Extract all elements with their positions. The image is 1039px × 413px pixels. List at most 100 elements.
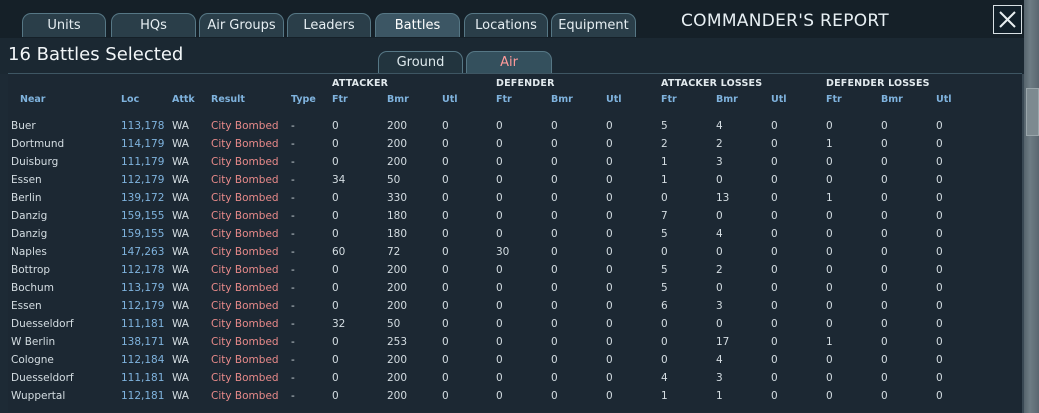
column-header-attacker-ftr[interactable]: Ftr [332,94,348,105]
column-header-attacker-losses-ftr[interactable]: Ftr [661,94,677,105]
cell-a-bmr: 200 [387,156,408,168]
column-header-defender-ftr[interactable]: Ftr [496,94,512,105]
cell-result: City Bombed [211,372,279,384]
cell-d-utl: 0 [606,318,613,330]
tab-equipment[interactable]: Equipment [551,13,636,37]
cell-near: Wuppertal [11,390,66,402]
cell-a-utl: 0 [442,354,449,366]
table-row[interactable]: Duesseldorf 111,181 WA City Bombed - 0 200 0 0 0 0… [8,370,1018,388]
cell-loc[interactable]: 112,184 [121,354,164,366]
cell-dl-bmr: 0 [881,318,888,330]
cell-loc[interactable]: 112,179 [121,300,164,312]
table-row[interactable]: Essen 112,179 WA City Bombed - 34 50 0 0 0 0 1 0 0 0 0 0 [8,172,1018,190]
column-header-attk[interactable]: Attk [172,94,195,105]
cell-loc[interactable]: 112,181 [121,390,164,402]
column-header-defender-losses-ftr[interactable]: Ftr [826,94,842,105]
cell-al-utl: 0 [771,354,778,366]
column-header-result[interactable]: Result [211,94,245,105]
cell-a-ftr: 60 [332,246,346,258]
tab-units[interactable]: Units [22,13,106,37]
cell-dl-bmr: 0 [881,264,888,276]
cell-d-bmr: 0 [551,210,558,222]
cell-loc[interactable]: 139,172 [121,192,164,204]
cell-attk: WA [172,318,189,330]
cell-type: - [291,120,295,132]
cell-loc[interactable]: 111,181 [121,372,164,384]
table-row[interactable]: Wuppertal 112,181 WA City Bombed - 0 200 0 0 0 0 1 1… [8,388,1018,406]
cell-dl-bmr: 0 [881,156,888,168]
column-header-near[interactable]: Near [20,94,46,105]
cell-attk: WA [172,354,189,366]
tab-leaders[interactable]: Leaders [287,13,371,37]
cell-loc[interactable]: 138,171 [121,336,164,348]
cell-a-ftr: 0 [332,228,339,240]
table-row[interactable]: Danzig 159,155 WA City Bombed - 0 180 0 0 0 0 7 0 0 0 0… [8,208,1018,226]
close-button[interactable] [993,5,1022,34]
cell-loc[interactable]: 111,181 [121,318,164,330]
cell-loc[interactable]: 113,178 [121,120,164,132]
subtab-air[interactable]: Air [466,51,552,73]
cell-al-utl: 0 [771,120,778,132]
cell-near: Berlin [11,192,42,204]
column-header-attacker-utl[interactable]: Utl [442,94,458,105]
cell-loc[interactable]: 112,179 [121,174,164,186]
table-row[interactable]: Naples 147,263 WA City Bombed - 60 72 0 30 0 0 0 0 0 0… [8,244,1018,262]
cell-near: Cologne [11,354,54,366]
cell-a-ftr: 0 [332,336,339,348]
cell-d-ftr: 0 [496,264,503,276]
table-row[interactable]: Dortmund 114,179 WA City Bombed -0 200 0 0 0 0 2 2 0… [8,136,1018,154]
cell-loc[interactable]: 147,263 [121,246,164,258]
cell-dl-utl: 0 [936,174,943,186]
cell-al-bmr: 3 [716,300,723,312]
column-header-attacker-bmr[interactable]: Bmr [387,94,409,105]
cell-type: - [291,264,295,276]
cell-d-bmr: 0 [551,336,558,348]
cell-al-utl: 0 [771,318,778,330]
cell-loc[interactable]: 113,179 [121,282,164,294]
table-row[interactable]: Bottrop 112,178 WA City Bombed -0 200 0 0 0 0 5 2 0 0… [8,262,1018,280]
cell-type: - [291,156,295,168]
column-header-defender-utl[interactable]: Utl [606,94,622,105]
column-header-attacker-losses-utl[interactable]: Utl [771,94,787,105]
cell-dl-ftr: 0 [826,300,833,312]
column-header-defender-bmr[interactable]: Bmr [551,94,573,105]
column-header-defender-losses-utl[interactable]: Utl [936,94,952,105]
cell-d-ftr: 0 [496,192,503,204]
cell-al-bmr: 4 [716,228,723,240]
table-row[interactable]: Essen 112,179 WA City Bombed - 0 200 0 0 0 0 6 3 0 0 0 0 [8,298,1018,316]
table-row[interactable]: Duisburg 111,179 WA City Bombed - 0 200 0 0 0 0 1 3 0… [8,154,1018,172]
table-row[interactable]: Danzig 159,155 WA City Bombed - 0 180 0 0 0 0 5 4 0 0 0… [8,226,1018,244]
table-row[interactable]: Berlin 139,172 WA City Bombed - 0 330 0 0 0 0 0 13 0 1… [8,190,1018,208]
cell-d-bmr: 0 [551,282,558,294]
cell-loc[interactable]: 114,179 [121,138,164,150]
column-header-loc[interactable]: Loc [121,94,139,105]
tab-battles[interactable]: Battles [375,13,460,37]
cell-dl-bmr: 0 [881,210,888,222]
table-row[interactable]: W Berlin 138,171 WA City Bombed - 0 253 0 0 0 0 0 17… [8,334,1018,352]
table-row[interactable]: Buer 113,178 WA City Bombed - 0 200 0 0 0 0 5 4 0 0 0 0 [8,118,1018,136]
subtab-ground[interactable]: Ground [378,51,463,73]
cell-loc[interactable]: 111,179 [121,156,164,168]
table-row[interactable]: Bochum 113,179 WA City Bombed - 0 200 0 0 0 0 5 0 0 0 0… [8,280,1018,298]
cell-al-utl: 0 [771,138,778,150]
column-header-type[interactable]: Type [291,94,316,105]
table-row[interactable]: Cologne 112,184 WA City Bombed - 0 200 0 0 0 0 0 4 0 0… [8,352,1018,370]
cell-al-ftr: 5 [661,228,668,240]
tab-air-groups[interactable]: Air Groups [199,13,284,37]
cell-a-utl: 0 [442,246,449,258]
tab-locations[interactable]: Locations [464,13,548,37]
cell-loc[interactable]: 112,178 [121,264,164,276]
cell-d-ftr: 0 [496,138,503,150]
tab-hqs[interactable]: HQs [111,13,196,37]
cell-loc[interactable]: 159,155 [121,228,164,240]
column-header-defender-losses-bmr[interactable]: Bmr [881,94,903,105]
cell-loc[interactable]: 159,155 [121,210,164,222]
cell-al-bmr: 3 [716,372,723,384]
cell-a-utl: 0 [442,228,449,240]
column-header-attacker-losses-bmr[interactable]: Bmr [716,94,738,105]
table-row[interactable]: Duesseldorf 111,181 WA City Bombed - 32 50 0 0 0 0… [8,316,1018,334]
cell-d-ftr: 0 [496,318,503,330]
cell-dl-bmr: 0 [881,174,888,186]
cell-dl-ftr: 0 [826,246,833,258]
cell-dl-bmr: 0 [881,138,888,150]
